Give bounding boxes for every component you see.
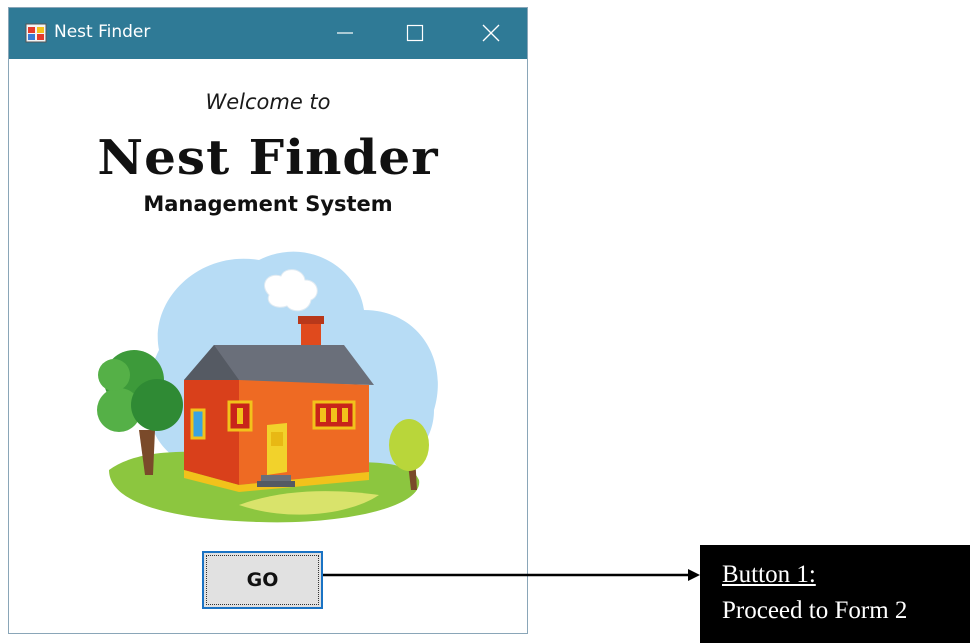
callout-description: Proceed to Form 2 [722,597,908,624]
callout-heading: Button 1: [722,561,816,588]
annotation-callout: Button 1: Proceed to Form 2 [700,545,970,643]
